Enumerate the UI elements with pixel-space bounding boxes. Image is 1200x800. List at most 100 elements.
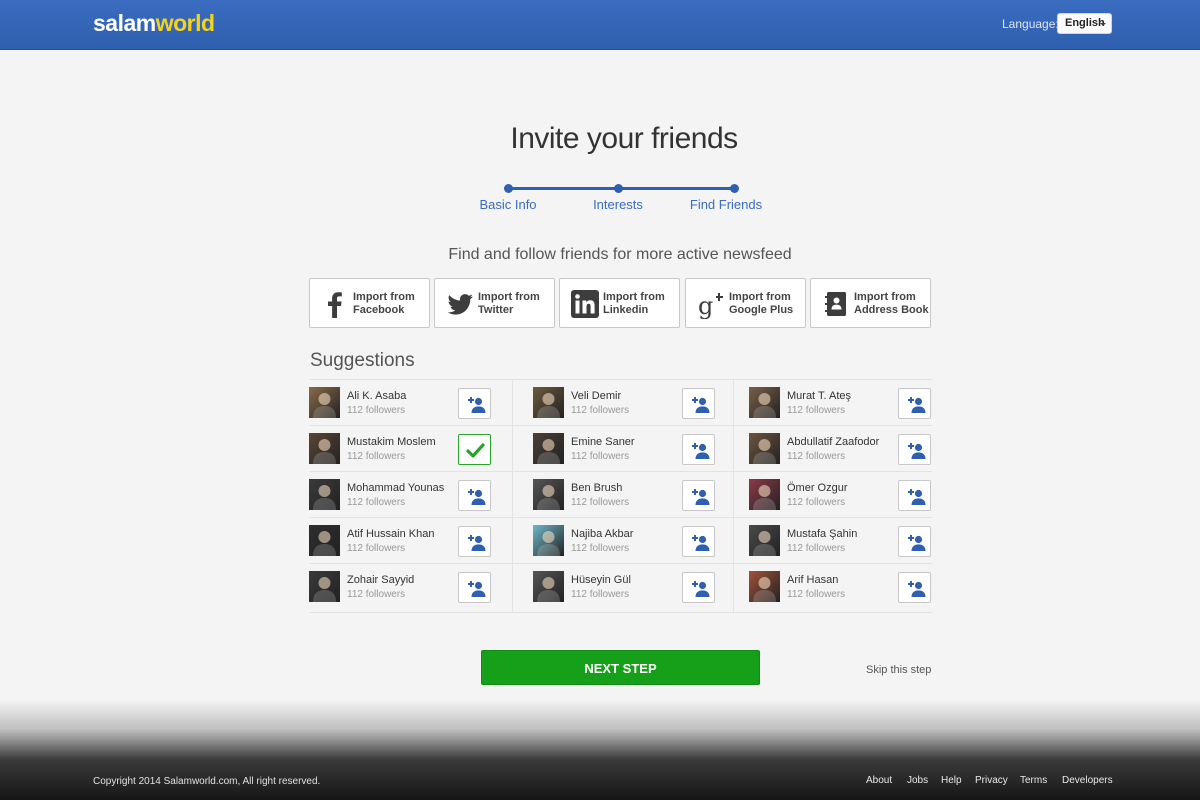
step-label-find-friends[interactable]: Find Friends <box>676 197 776 212</box>
follow-button[interactable] <box>682 526 715 557</box>
suggestion-item: Ben Brush 112 followers <box>533 471 733 517</box>
suggestion-followers: 112 followers <box>347 497 406 508</box>
avatar[interactable] <box>749 433 780 464</box>
follow-button[interactable] <box>682 434 715 465</box>
add-friend-icon <box>692 397 710 413</box>
suggestion-name[interactable]: Ali K. Asaba <box>347 390 406 402</box>
import-google-plus-button[interactable]: g Import from Google Plus <box>685 278 806 328</box>
next-step-button[interactable]: NEXT STEP <box>481 650 760 685</box>
add-friend-icon <box>468 397 486 413</box>
add-friend-icon <box>908 397 926 413</box>
avatar[interactable] <box>533 387 564 418</box>
footer-link-developers[interactable]: Developers <box>1062 775 1113 786</box>
avatar-photo <box>753 577 776 602</box>
footer-link-help[interactable]: Help <box>941 775 962 786</box>
avatar-photo <box>537 393 560 418</box>
suggestion-name[interactable]: Mustafa Şahin <box>787 528 857 540</box>
avatar[interactable] <box>533 525 564 556</box>
suggestion-item: Ali K. Asaba 112 followers <box>309 379 509 425</box>
suggestion-name[interactable]: Mustakim Moslem <box>347 436 436 448</box>
avatar[interactable] <box>533 571 564 602</box>
step-label-interests[interactable]: Interests <box>568 197 668 212</box>
page-title: Invite your friends <box>510 122 738 155</box>
suggestions-heading: Suggestions <box>310 350 415 371</box>
import-facebook-button[interactable]: Import from Facebook <box>309 278 430 328</box>
suggestion-name[interactable]: Najiba Akbar <box>571 528 633 540</box>
suggestion-followers: 112 followers <box>571 543 630 554</box>
footer-links: About Jobs Help Privacy Terms Developers <box>860 775 1113 789</box>
follow-button[interactable] <box>898 434 931 465</box>
avatar[interactable] <box>749 571 780 602</box>
follow-button[interactable] <box>898 480 931 511</box>
add-friend-icon <box>692 535 710 551</box>
language-select[interactable]: English <box>1057 13 1112 34</box>
salamworld-logo[interactable]: salamworld <box>93 10 215 37</box>
follow-button[interactable] <box>458 526 491 557</box>
followed-button[interactable] <box>458 434 491 465</box>
suggestion-item: Ömer Ozgur 112 followers <box>749 471 949 517</box>
avatar[interactable] <box>309 433 340 464</box>
follow-button[interactable] <box>898 526 931 557</box>
check-icon <box>466 443 485 458</box>
grid-divider <box>512 379 513 613</box>
add-friend-icon <box>908 489 926 505</box>
suggestion-item: Mustafa Şahin 112 followers <box>749 517 949 563</box>
footer-link-about[interactable]: About <box>866 775 892 786</box>
footer-link-privacy[interactable]: Privacy <box>975 775 1008 786</box>
add-friend-icon <box>692 581 710 597</box>
suggestion-name[interactable]: Zohair Sayyid <box>347 574 414 586</box>
import-twitter-button[interactable]: Import from Twitter <box>434 278 555 328</box>
suggestion-name[interactable]: Emine Saner <box>571 436 635 448</box>
suggestion-name[interactable]: Ömer Ozgur <box>787 482 848 494</box>
suggestion-followers: 112 followers <box>787 543 846 554</box>
avatar-photo <box>537 439 560 464</box>
address-book-icon <box>825 292 846 316</box>
avatar[interactable] <box>533 433 564 464</box>
suggestion-name[interactable]: Arif Hasan <box>787 574 838 586</box>
twitter-icon <box>447 294 473 315</box>
follow-button[interactable] <box>682 388 715 419</box>
avatar[interactable] <box>309 387 340 418</box>
avatar[interactable] <box>749 387 780 418</box>
footer-link-jobs[interactable]: Jobs <box>907 775 928 786</box>
avatar[interactable] <box>749 479 780 510</box>
avatar[interactable] <box>309 571 340 602</box>
avatar[interactable] <box>309 479 340 510</box>
top-header: salamworld Language: English <box>0 0 1200 50</box>
add-friend-icon <box>692 443 710 459</box>
follow-button[interactable] <box>898 572 931 603</box>
copyright-text: Copyright 2014 Salamworld.com, All right… <box>93 776 321 787</box>
avatar[interactable] <box>749 525 780 556</box>
suggestion-name[interactable]: Hüseyin Gül <box>571 574 631 586</box>
suggestion-name[interactable]: Ben Brush <box>571 482 622 494</box>
import-linkedin-button[interactable]: Import from Linkedin <box>559 278 680 328</box>
avatar[interactable] <box>309 525 340 556</box>
follow-button[interactable] <box>898 388 931 419</box>
suggestion-followers: 112 followers <box>571 405 630 416</box>
footer-link-terms[interactable]: Terms <box>1020 775 1047 786</box>
step-dot-find-friends <box>730 184 739 193</box>
step-dot-interests <box>614 184 623 193</box>
follow-button[interactable] <box>458 388 491 419</box>
suggestion-followers: 112 followers <box>787 451 846 462</box>
suggestion-name[interactable]: Mohammad Younas <box>347 482 444 494</box>
suggestion-name[interactable]: Atif Hussain Khan <box>347 528 434 540</box>
follow-button[interactable] <box>682 572 715 603</box>
suggestion-name[interactable]: Veli Demir <box>571 390 621 402</box>
suggestion-item: Hüseyin Gül 112 followers <box>533 563 733 609</box>
follow-button[interactable] <box>458 480 491 511</box>
suggestion-item: Mustakim Moslem 112 followers <box>309 425 509 471</box>
suggestion-name[interactable]: Abdullatif Zaafodor <box>787 436 879 448</box>
avatar-photo <box>753 485 776 510</box>
follow-button[interactable] <box>682 480 715 511</box>
suggestion-name[interactable]: Murat T. Ateş <box>787 390 851 402</box>
import-address-book-button[interactable]: Import from Address Book <box>810 278 931 328</box>
avatar[interactable] <box>533 479 564 510</box>
skip-step-link[interactable]: Skip this step <box>866 664 931 676</box>
google-plus-icon: g <box>698 292 723 319</box>
suggestion-followers: 112 followers <box>571 497 630 508</box>
follow-button[interactable] <box>458 572 491 603</box>
svg-text:g: g <box>698 292 713 319</box>
avatar-photo <box>313 531 336 556</box>
step-label-basic-info[interactable]: Basic Info <box>458 197 558 212</box>
